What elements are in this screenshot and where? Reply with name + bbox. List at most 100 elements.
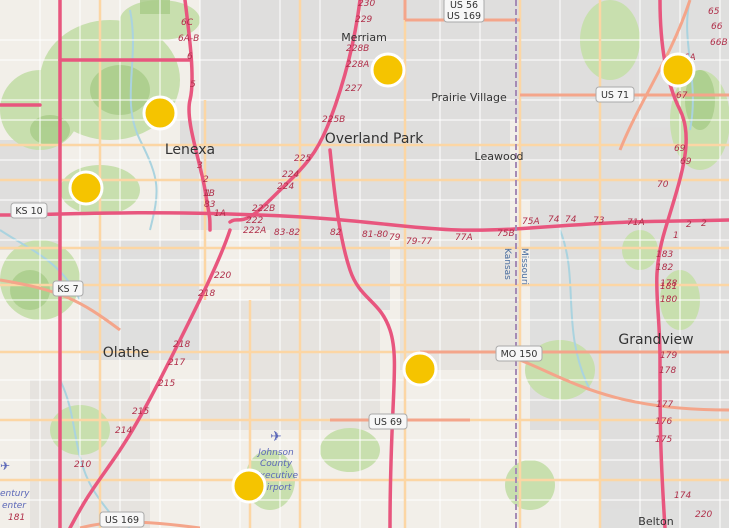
exit-label: 220 [695,510,712,520]
map-tiles: 230 229 228B 228A 227 225B 225 224 224 6… [0,0,729,528]
svg-text:US 71: US 71 [601,90,629,101]
svg-text:KS 7: KS 7 [57,284,78,295]
exit-label: 73 [593,216,605,226]
partial-label: entury [0,489,30,499]
exit-label: 178 [660,279,677,289]
location-marker[interactable] [68,170,104,206]
route-shield-us169-bottom: US 169 [99,511,145,528]
exit-label: 75A [522,217,540,227]
exit-label: 222B [252,204,275,214]
route-shield-us71: US 71 [595,86,635,103]
exit-label: 222A [243,226,266,236]
location-marker[interactable] [660,52,696,88]
airport-label-line: County [260,459,293,469]
exit-label: 215 [158,379,175,389]
route-shield-mo150: MO 150 [495,345,543,362]
location-marker[interactable] [370,52,406,88]
exit-label: 6A-B [178,34,199,44]
exit-label: 218 [198,289,215,299]
exit-label: 183 [656,250,673,260]
exit-label: 180 [660,295,677,305]
exit-label: 174 [674,491,691,501]
partial-label: enter [2,501,27,511]
location-marker[interactable] [402,351,438,387]
location-marker[interactable] [231,468,267,504]
exit-label: 218 [173,340,190,350]
exit-label: 225 [294,154,311,164]
route-shield-ks10: KS 10 [10,202,48,219]
exit-label: 66B [710,38,728,48]
svg-text:KS 10: KS 10 [15,206,42,217]
exit-label: 83-82 [274,228,300,238]
city-label-merriam: Merriam [341,31,387,44]
city-label-belton: Belton [638,515,673,528]
exit-label: 228A [346,60,369,70]
city-label-grandview: Grandview [618,332,693,348]
exit-label: 229 [355,15,372,25]
exit-label: 6 [187,52,193,62]
exit-label: 1A [214,209,226,219]
exit-label: 215 [132,407,149,417]
city-label-overland-park: Overland Park [325,131,425,147]
exit-label: 74 [548,215,560,225]
border-label-kansas: Kansas [502,248,512,280]
exit-label: 175 [655,435,672,445]
exit-label: 65 [708,7,720,17]
exit-label: 5 [190,80,196,90]
map-canvas[interactable]: 230 229 228B 228A 227 225B 225 224 224 6… [0,0,729,528]
border-label-missouri: Missouri [519,248,529,285]
exit-label: 182 [656,263,673,273]
exit-label: 224 [282,170,299,180]
exit-label: 67 [676,91,688,101]
exit-label: 6C [181,18,194,28]
svg-text:US 69: US 69 [374,417,402,428]
exit-label: 222 [246,216,263,226]
exit-label: 69 [674,144,686,154]
exit-label: 178 [659,366,676,376]
exit-label: 2 [701,219,707,229]
exit-label: 66 [711,22,723,32]
exit-label: 177 [656,400,673,410]
plane-icon-partial: ✈ [0,459,10,473]
route-shield-ks7: KS 7 [52,280,84,297]
exit-label: 2 [203,175,209,185]
exit-label: 176 [655,417,672,427]
city-label-lenexa: Lenexa [165,142,215,158]
svg-text:US 169: US 169 [105,515,139,526]
route-shield-us56-us169: US 56 US 169 [443,0,485,23]
exit-label: 75B [497,229,515,239]
airport-label-line: Johnson [256,448,294,458]
exit-label: 77A [455,233,473,243]
exit-label: 1 [673,231,679,241]
location-marker[interactable] [142,95,178,131]
exit-label: 225B [322,115,345,125]
exit-label: 217 [168,358,185,368]
exit-label: 79 [389,233,401,243]
exit-label: 70 [657,180,669,190]
exit-label: 69 [680,157,692,167]
exit-label: 82 [330,228,342,238]
exit-label: 227 [345,84,362,94]
city-label-olathe: Olathe [103,345,149,361]
exit-label: 228B [346,44,369,54]
exit-label: 74 [565,215,577,225]
route-shield-us69: US 69 [368,413,408,430]
airport-icon: ✈ [270,429,282,445]
exit-label: 71A [627,218,645,228]
city-label-leawood: Leawood [475,150,524,163]
exit-label: 230 [358,0,375,9]
exit-label: 224 [277,182,294,192]
exit-label: 3 [197,161,203,171]
svg-text:MO 150: MO 150 [501,349,538,360]
exit-label: 2 [686,220,692,230]
svg-text:US 56: US 56 [450,0,478,11]
exit-label: 79-77 [406,237,432,247]
exit-label: 181 [8,513,25,523]
exit-label: 179 [660,351,677,361]
svg-text:US 169: US 169 [447,11,481,22]
exit-label: 1B [203,189,215,199]
exit-label: 210 [74,460,91,470]
exit-label: 81-80 [362,230,388,240]
city-label-prairie-village: Prairie Village [431,91,507,104]
exit-label: 214 [115,426,132,436]
